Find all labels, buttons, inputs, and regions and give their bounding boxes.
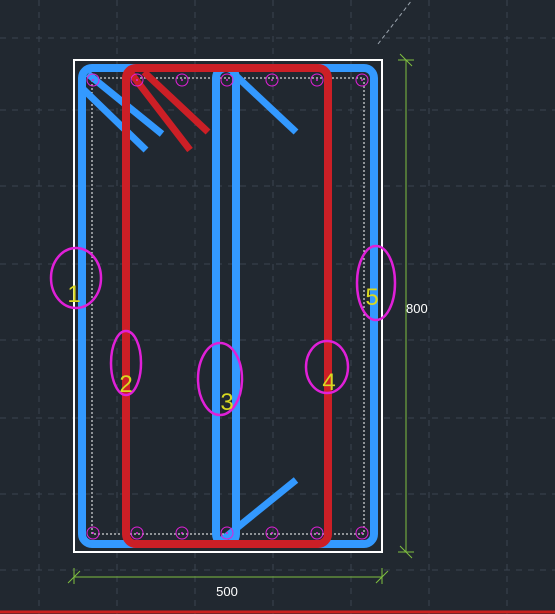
red-stirrups bbox=[122, 64, 332, 548]
longitudinal-bar-center bbox=[316, 532, 318, 534]
longitudinal-bar-center bbox=[316, 79, 318, 81]
marker-label-4: 4 bbox=[322, 369, 335, 396]
center-blue-tie bbox=[212, 64, 240, 548]
longitudinal-bar-center bbox=[271, 532, 273, 534]
width-dimension-label: 500 bbox=[216, 584, 238, 599]
marker-label-3: 3 bbox=[220, 389, 233, 416]
longitudinal-bar-center bbox=[361, 532, 363, 534]
marker-label-5: 5 bbox=[365, 284, 378, 311]
longitudinal-bar-center bbox=[92, 532, 94, 534]
longitudinal-bar-center bbox=[181, 79, 183, 81]
height-dimension-label: 800 bbox=[406, 301, 428, 316]
construction-line-diagonal bbox=[377, 0, 413, 45]
concrete-cover-line bbox=[91, 77, 365, 535]
longitudinal-bar-center bbox=[181, 532, 183, 534]
blue-hook-top bbox=[229, 69, 299, 135]
cover-outline bbox=[91, 77, 365, 535]
longitudinal-bar-center bbox=[92, 79, 94, 81]
marker-label-2: 2 bbox=[119, 371, 132, 398]
longitudinal-bar-center bbox=[361, 79, 363, 81]
longitudinal-bar-center bbox=[136, 532, 138, 534]
longitudinal-bar-center bbox=[226, 532, 228, 534]
marker-label-1: 1 bbox=[67, 281, 80, 308]
longitudinal-bar-center bbox=[271, 79, 273, 81]
red-stirrup bbox=[122, 64, 332, 548]
section-drawing-canvas[interactable]: 500 800 1 2 3 4 5 bbox=[0, 0, 555, 614]
construction-line bbox=[377, 0, 413, 45]
section-outline bbox=[73, 59, 383, 553]
column-section bbox=[73, 59, 383, 553]
longitudinal-bar-center bbox=[136, 79, 138, 81]
cad-drawing-area[interactable]: 500 800 1 2 3 4 5 bbox=[0, 0, 555, 614]
longitudinal-bar-center bbox=[226, 79, 228, 81]
